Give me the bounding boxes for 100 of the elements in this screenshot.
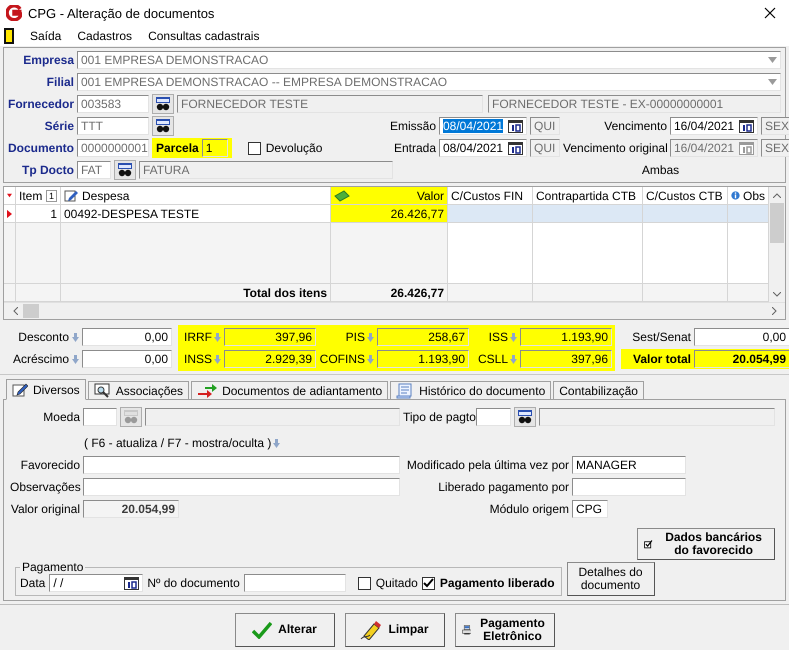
field-label: Tipo de pagto [403,410,473,424]
input-field[interactable] [83,478,400,496]
input-field[interactable]: MANAGER [572,456,686,474]
lookup-button[interactable] [152,116,174,136]
date-label: Vencimento [603,119,667,133]
table-cell [728,223,769,284]
select-field[interactable]: 001 EMPRESA DEMONSTRACAO -- EMPRESA DEMONSTRACAO [77,73,781,91]
tab[interactable]: Histórico do documento [390,381,552,400]
input-field[interactable]: 1.193,90 [520,328,612,346]
total-value: 26.426,77 [331,284,448,302]
menu-item[interactable]: Cadastros [77,29,132,43]
weekday-field: SEX [761,139,789,157]
ambas-label: Ambas [640,162,680,179]
tab[interactable]: Documentos de adiantamento [191,381,388,400]
input-field[interactable]: 397,96 [224,328,316,346]
input-field[interactable]: 397,96 [520,350,612,368]
field-label: Moeda [42,410,80,424]
chevron-down-icon [768,57,777,63]
lookup-button[interactable] [114,160,136,180]
vertical-scrollbar[interactable] [769,187,785,302]
column-header[interactable]: C/Custos FIN [448,187,533,205]
calendar-icon[interactable] [508,142,523,154]
tab[interactable]: Contabilização [553,381,644,400]
row-marker-cell[interactable] [4,205,16,223]
tab[interactable]: Associações [88,381,190,400]
close-icon [764,7,776,19]
input-field[interactable] [83,408,117,426]
input-field[interactable] [83,456,400,474]
column-header[interactable]: Obs [728,187,769,205]
door-icon[interactable] [4,28,14,44]
menu-item[interactable]: Saída [30,29,62,43]
calendar-icon[interactable] [508,120,523,132]
bank-details-button[interactable]: Dados bancários do favorecido [637,528,775,560]
input-field[interactable]: CPG [572,500,608,518]
chevron-up-icon[interactable] [773,192,781,198]
table-cell [16,223,61,284]
input-field[interactable]: 1.193,90 [377,350,469,368]
input-field[interactable]: FAT [77,161,111,179]
table-cell [16,284,61,302]
input-field[interactable]: 1 [202,139,228,157]
lookup-button[interactable] [514,407,536,427]
horizontal-scrollbar[interactable] [4,302,785,319]
scroll-icon [396,382,414,398]
tab[interactable]: Diversos [6,379,86,400]
action-button[interactable]: Alterar [234,612,334,646]
down-arrow-icon [72,332,79,342]
eraser-icon [360,620,382,640]
input-field[interactable]: 003583 [77,95,149,113]
binoculars-icon [123,410,139,424]
binoculars-icon [155,97,171,111]
input-field[interactable] [572,478,686,496]
chevron-down-icon[interactable] [773,292,781,296]
input-field[interactable]: 0,00 [82,328,172,346]
devolucao-checkbox[interactable]: Devolução [248,141,322,155]
scroll-thumb[interactable] [23,304,39,318]
group-title: Pagamento [21,560,84,574]
input-field[interactable]: 0000000001 [77,139,149,157]
field-label: Série [44,119,74,133]
lookup-button[interactable] [152,94,174,114]
date-field[interactable]: 16/04/2021 [670,117,758,135]
input-field[interactable]: 0,00 [82,350,172,368]
input-field[interactable]: 20.054,99 [694,350,789,368]
checkbox[interactable]: Pagamento liberado [422,576,555,590]
select-field[interactable]: 001 EMPRESA DEMONSTRACAO [77,51,781,69]
input-field[interactable] [244,574,346,592]
down-arrow-icon [510,354,517,364]
check-icon [252,620,272,638]
calendar-icon[interactable] [124,576,140,590]
input-field[interactable] [476,408,511,426]
table-cell [728,284,769,302]
action-button[interactable]: Limpar [344,612,444,646]
chevron-right-icon[interactable] [772,307,776,315]
date-field[interactable]: 08/04/2021 [439,139,527,157]
input-field[interactable]: 0,00 [694,328,789,346]
date-label: Entrada [392,141,436,155]
column-header[interactable]: Despesa [61,187,331,205]
field-label: IRRF [184,330,212,344]
scroll-thumb[interactable] [770,203,784,243]
field-label: Fornecedor [8,97,74,111]
input-field[interactable]: 2.929,39 [224,350,316,368]
table-cell: 1 [16,205,61,223]
column-header[interactable]: Valor [331,187,448,205]
date-field[interactable]: 08/04/2021 [439,117,527,135]
column-header[interactable]: Item 1 [16,187,61,205]
document-details-button[interactable]: Detalhes do documento [566,562,655,596]
date-field[interactable]: / / [49,574,144,592]
field-label: COFINS [320,352,365,366]
input-field: 20.054,99 [83,500,179,518]
column-header[interactable]: Contrapartida CTB [533,187,643,205]
action-button[interactable]: Pagamento Eletrônico [454,612,554,646]
checkbox[interactable]: Quitado [358,576,418,590]
input-field[interactable]: TTT [77,117,149,135]
chevron-left-icon[interactable] [12,307,18,315]
weekday-field: QUI [530,117,560,135]
column-header[interactable]: C/Custos CTB [643,187,728,205]
magnifier-window-icon [94,383,111,398]
calendar-icon[interactable] [739,120,754,132]
menu-item[interactable]: Consultas cadastrais [148,29,260,43]
input-field: FORNECEDOR TESTE [177,95,483,113]
input-field[interactable]: 258,67 [377,328,469,346]
